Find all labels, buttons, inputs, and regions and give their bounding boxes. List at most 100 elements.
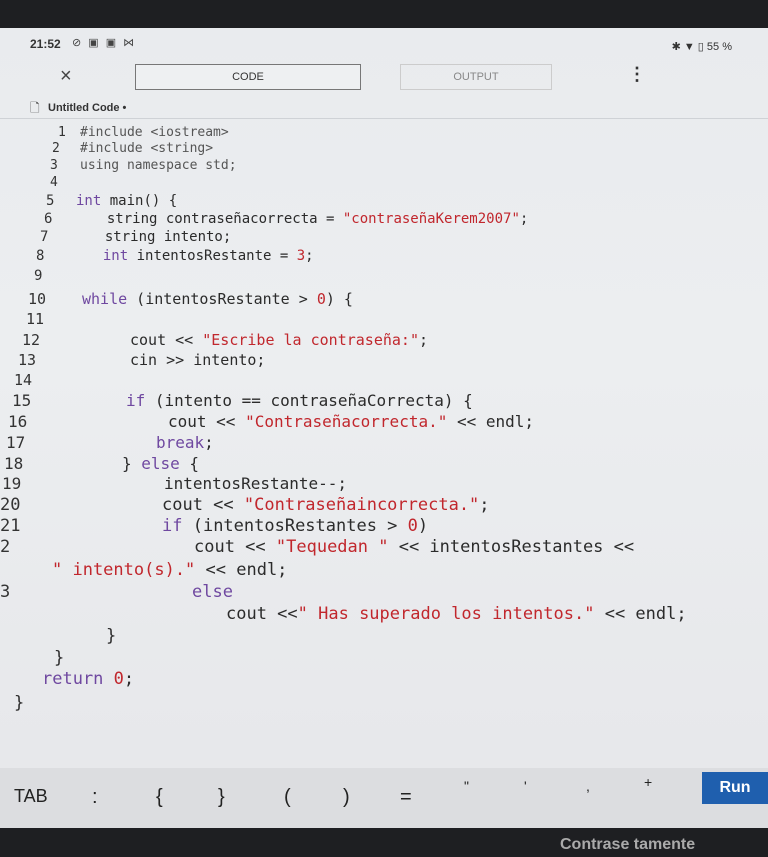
code-token: ; — [305, 248, 314, 264]
line-number: 3 — [0, 582, 11, 602]
code-token: using namespace std; — [80, 158, 237, 173]
code-line[interactable]: #include <string> — [80, 141, 213, 156]
file-bar: 🗋 Untitled Code • — [0, 100, 768, 119]
tab-code[interactable]: CODE — [135, 64, 361, 90]
key-colon[interactable]: : — [92, 786, 98, 809]
line-number: 10 — [28, 290, 47, 308]
code-token: cout << — [162, 495, 244, 515]
code-token: ; — [519, 211, 529, 227]
code-line[interactable]: string contraseñacorrecta = "contraseñaK… — [90, 211, 528, 227]
line-number: 4 — [50, 175, 58, 190]
line-number: 5 — [46, 193, 55, 209]
code-token: (intentosRestantes > — [182, 516, 408, 536]
code-line[interactable]: " intento(s)." << endl; — [52, 560, 287, 580]
code-line[interactable]: return 0; — [42, 669, 134, 689]
editor-screen: 21:52 ⊘ ▣ ▣ ⋈ ✱ ▼ ▯ 55 % × CODE OUTPUT ⋮… — [0, 28, 768, 828]
code-token: else — [192, 582, 233, 602]
code-editor[interactable]: 1 #include <iostream> 2 #include <string> 3 u… — [0, 123, 768, 713]
line-number: 1 — [58, 125, 66, 140]
code-token: intentosRestante--; — [164, 474, 348, 493]
code-line[interactable]: string intento; — [88, 229, 231, 245]
key-equals[interactable]: = — [400, 786, 412, 809]
key-single-quote[interactable]: ' — [524, 778, 527, 794]
code-line[interactable]: else — [192, 582, 233, 602]
key-open-brace[interactable]: { — [156, 786, 163, 809]
symbol-keyboard-bar: TAB : { } ( ) = " ' , + Run — [0, 768, 768, 828]
code-token: << endl; — [594, 604, 687, 624]
code-token: "Escribe la contraseña:" — [202, 331, 419, 349]
code-line[interactable]: while (intentosRestante > 0) { — [82, 290, 353, 308]
run-button[interactable]: Run — [702, 772, 768, 804]
clock: 21:52 — [30, 37, 61, 51]
key-open-paren[interactable]: ( — [284, 786, 291, 809]
code-token: string contraseñacorrecta = — [90, 211, 343, 227]
code-token: else — [141, 454, 180, 473]
more-menu-icon[interactable]: ⋮ — [628, 64, 646, 85]
line-number: 8 — [36, 248, 45, 264]
line-number: 14 — [14, 371, 33, 389]
key-close-brace[interactable]: } — [218, 786, 225, 809]
code-line[interactable]: break; — [156, 433, 214, 452]
code-token: ; — [204, 433, 214, 452]
code-token: 3 — [296, 248, 306, 264]
code-token: cout << — [194, 537, 276, 557]
code-line[interactable]: int intentosRestante = 3; — [86, 248, 314, 264]
code-token: if — [126, 391, 146, 410]
code-token: break — [156, 433, 205, 452]
key-close-paren[interactable]: ) — [343, 786, 350, 809]
code-line[interactable]: cout << "Contraseñacorrecta." << endl; — [168, 412, 534, 431]
code-token: if — [162, 516, 183, 536]
line-number: 12 — [22, 331, 41, 349]
key-double-quote[interactable]: " — [464, 778, 469, 794]
code-token: ) — [417, 516, 429, 536]
code-token: cout << — [226, 604, 298, 624]
line-number: 15 — [12, 391, 32, 410]
code-token: " intento(s)." — [52, 560, 196, 580]
code-line[interactable]: cout << "Contraseñaincorrecta."; — [162, 495, 490, 515]
code-line[interactable]: } else { — [122, 454, 199, 473]
code-line[interactable]: int main() { — [76, 193, 177, 209]
tab-output[interactable]: OUTPUT — [400, 64, 552, 90]
key-tab[interactable]: TAB — [14, 786, 48, 807]
code-token: } — [106, 626, 117, 646]
code-token: " Has superado los intentos." — [297, 604, 595, 624]
code-token: { — [179, 454, 200, 473]
document-icon: 🗋 — [30, 101, 40, 115]
code-line[interactable]: cout << "Escribe la contraseña:"; — [130, 331, 428, 349]
code-token: } — [54, 648, 65, 668]
line-number: 16 — [8, 412, 28, 431]
close-icon[interactable]: × — [60, 65, 72, 88]
line-number: 20 — [0, 495, 21, 515]
code-token: return — [42, 669, 104, 689]
code-token: int — [76, 193, 102, 209]
key-comma[interactable]: , — [586, 778, 590, 794]
code-line[interactable]: cout <<" Has superado los intentos." << … — [226, 604, 687, 624]
code-line[interactable]: } — [106, 626, 116, 646]
background-caption: Contrase tamente — [560, 836, 696, 853]
key-plus[interactable]: + — [644, 774, 652, 790]
code-token: (intentosRestante > — [127, 290, 317, 308]
line-number: 7 — [40, 229, 49, 245]
code-token: cin >> intento; — [130, 351, 266, 369]
code-token: #include <string> — [80, 141, 214, 156]
code-token: "Tequedan " — [275, 537, 389, 557]
code-token: << endl; — [195, 560, 288, 580]
code-line[interactable]: intentosRestante--; — [164, 474, 347, 493]
line-number: 3 — [50, 158, 58, 173]
file-name[interactable]: Untitled Code • — [48, 102, 126, 114]
code-token: main() { — [101, 193, 178, 209]
code-line[interactable]: cin >> intento; — [130, 351, 265, 369]
code-line[interactable]: using namespace std; — [80, 158, 237, 173]
line-number: 21 — [0, 516, 21, 536]
code-token: } — [14, 693, 25, 713]
code-line[interactable]: if (intento == contraseñaCorrecta) { — [126, 391, 473, 410]
line-number: 11 — [26, 310, 45, 328]
code-line[interactable]: if (intentosRestantes > 0) — [162, 516, 428, 536]
code-token: ; — [479, 495, 490, 515]
code-token: intentosRestante = — [128, 248, 297, 264]
code-line[interactable]: #include <iostream> — [80, 125, 229, 140]
code-line[interactable]: } — [54, 648, 64, 668]
code-line[interactable]: } — [14, 693, 24, 713]
code-line[interactable]: cout << "Tequedan " << intentosRestantes… — [194, 537, 634, 557]
